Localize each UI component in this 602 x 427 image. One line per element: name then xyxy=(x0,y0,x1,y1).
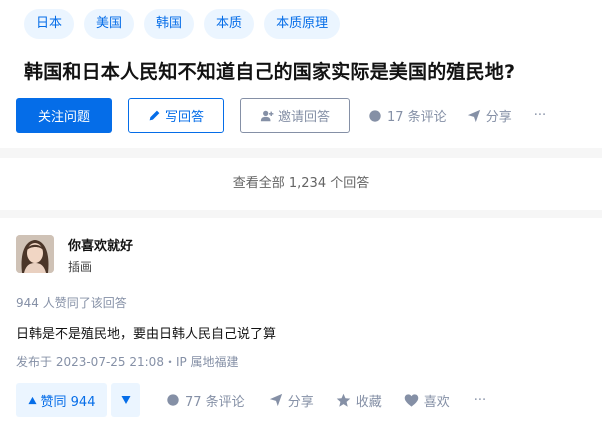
topic-tag[interactable]: 本质原理 xyxy=(264,9,341,39)
author-name[interactable]: 你喜欢就好 xyxy=(68,235,133,254)
upvote-label: 赞同 944 xyxy=(40,394,96,410)
answer-comments-label: 77 条评论 xyxy=(185,394,245,410)
answer-card: 你喜欢就好 插画 944 人赞同了该回答 日韩是不是殖民地，要由日韩人民自己说了… xyxy=(0,218,602,427)
triangle-down-icon xyxy=(121,395,131,405)
answer-content: 日韩是不是殖民地，要由日韩人民自己说了算 xyxy=(16,327,277,342)
like-button[interactable]: 喜欢 xyxy=(404,391,450,410)
topic-tag[interactable]: 本质 xyxy=(204,9,255,39)
invite-answer-button[interactable]: 邀请回答 xyxy=(240,98,350,133)
write-answer-button[interactable]: 写回答 xyxy=(128,98,224,133)
follow-question-label: 关注问题 xyxy=(37,110,90,125)
author-headline: 插画 xyxy=(68,260,93,274)
share-icon xyxy=(467,109,481,123)
question-more-button[interactable]: ··· xyxy=(534,108,546,123)
answer-actions: 赞同 944 77 条评论 分享 收藏 喜欢 ··· xyxy=(16,383,486,417)
collect-label: 收藏 xyxy=(355,394,382,410)
topic-tag[interactable]: 日本 xyxy=(24,9,75,39)
question-share-label: 分享 xyxy=(485,110,512,125)
add-user-icon xyxy=(260,109,274,123)
star-icon xyxy=(336,393,351,408)
comment-icon xyxy=(368,109,382,123)
share-icon xyxy=(269,393,283,407)
upvote-button[interactable]: 赞同 944 xyxy=(16,383,107,417)
pencil-icon xyxy=(148,109,161,122)
more-icon: ··· xyxy=(533,108,547,123)
question-share-button[interactable]: 分享 xyxy=(467,106,512,125)
follow-question-button[interactable]: 关注问题 xyxy=(16,98,112,133)
downvote-button[interactable] xyxy=(111,383,140,417)
topic-tag[interactable]: 韩国 xyxy=(144,9,195,39)
question-comments-button[interactable]: 17 条评论 xyxy=(368,106,447,125)
answer-meta[interactable]: 发布于 2023-07-25 21:08・IP 属地福建 xyxy=(16,353,239,370)
invite-answer-label: 邀请回答 xyxy=(277,110,330,125)
answer-more-button[interactable]: ··· xyxy=(474,393,486,408)
question-comments-label: 17 条评论 xyxy=(387,110,447,125)
question-header: 日本 美国 韩国 本质 本质原理 韩国和日本人民知不知道自己的国家实际是美国的殖… xyxy=(0,0,602,148)
answer-share-label: 分享 xyxy=(287,394,314,410)
like-label: 喜欢 xyxy=(423,394,450,410)
answer-share-button[interactable]: 分享 xyxy=(269,391,314,410)
view-all-answers-label: 查看全部 1,234 个回答 xyxy=(232,176,370,191)
heart-icon xyxy=(404,393,419,408)
triangle-up-icon xyxy=(27,396,37,405)
vote-count-text: 944 人赞同了该回答 xyxy=(16,296,127,310)
write-answer-label: 写回答 xyxy=(164,110,204,125)
avatar[interactable] xyxy=(16,235,54,273)
comment-icon xyxy=(166,393,180,407)
answer-comments-button[interactable]: 77 条评论 xyxy=(166,391,245,410)
question-title[interactable]: 韩国和日本人民知不知道自己的国家实际是美国的殖民地? xyxy=(24,57,515,84)
more-icon: ··· xyxy=(473,392,487,408)
topic-list: 日本 美国 韩国 本质 本质原理 xyxy=(24,9,341,39)
view-all-answers-link[interactable]: 查看全部 1,234 个回答 xyxy=(0,158,602,210)
topic-tag[interactable]: 美国 xyxy=(84,9,135,39)
question-actions: 关注问题 写回答 邀请回答 17 条评论 分享 ··· xyxy=(16,98,546,133)
collect-button[interactable]: 收藏 xyxy=(336,391,382,410)
